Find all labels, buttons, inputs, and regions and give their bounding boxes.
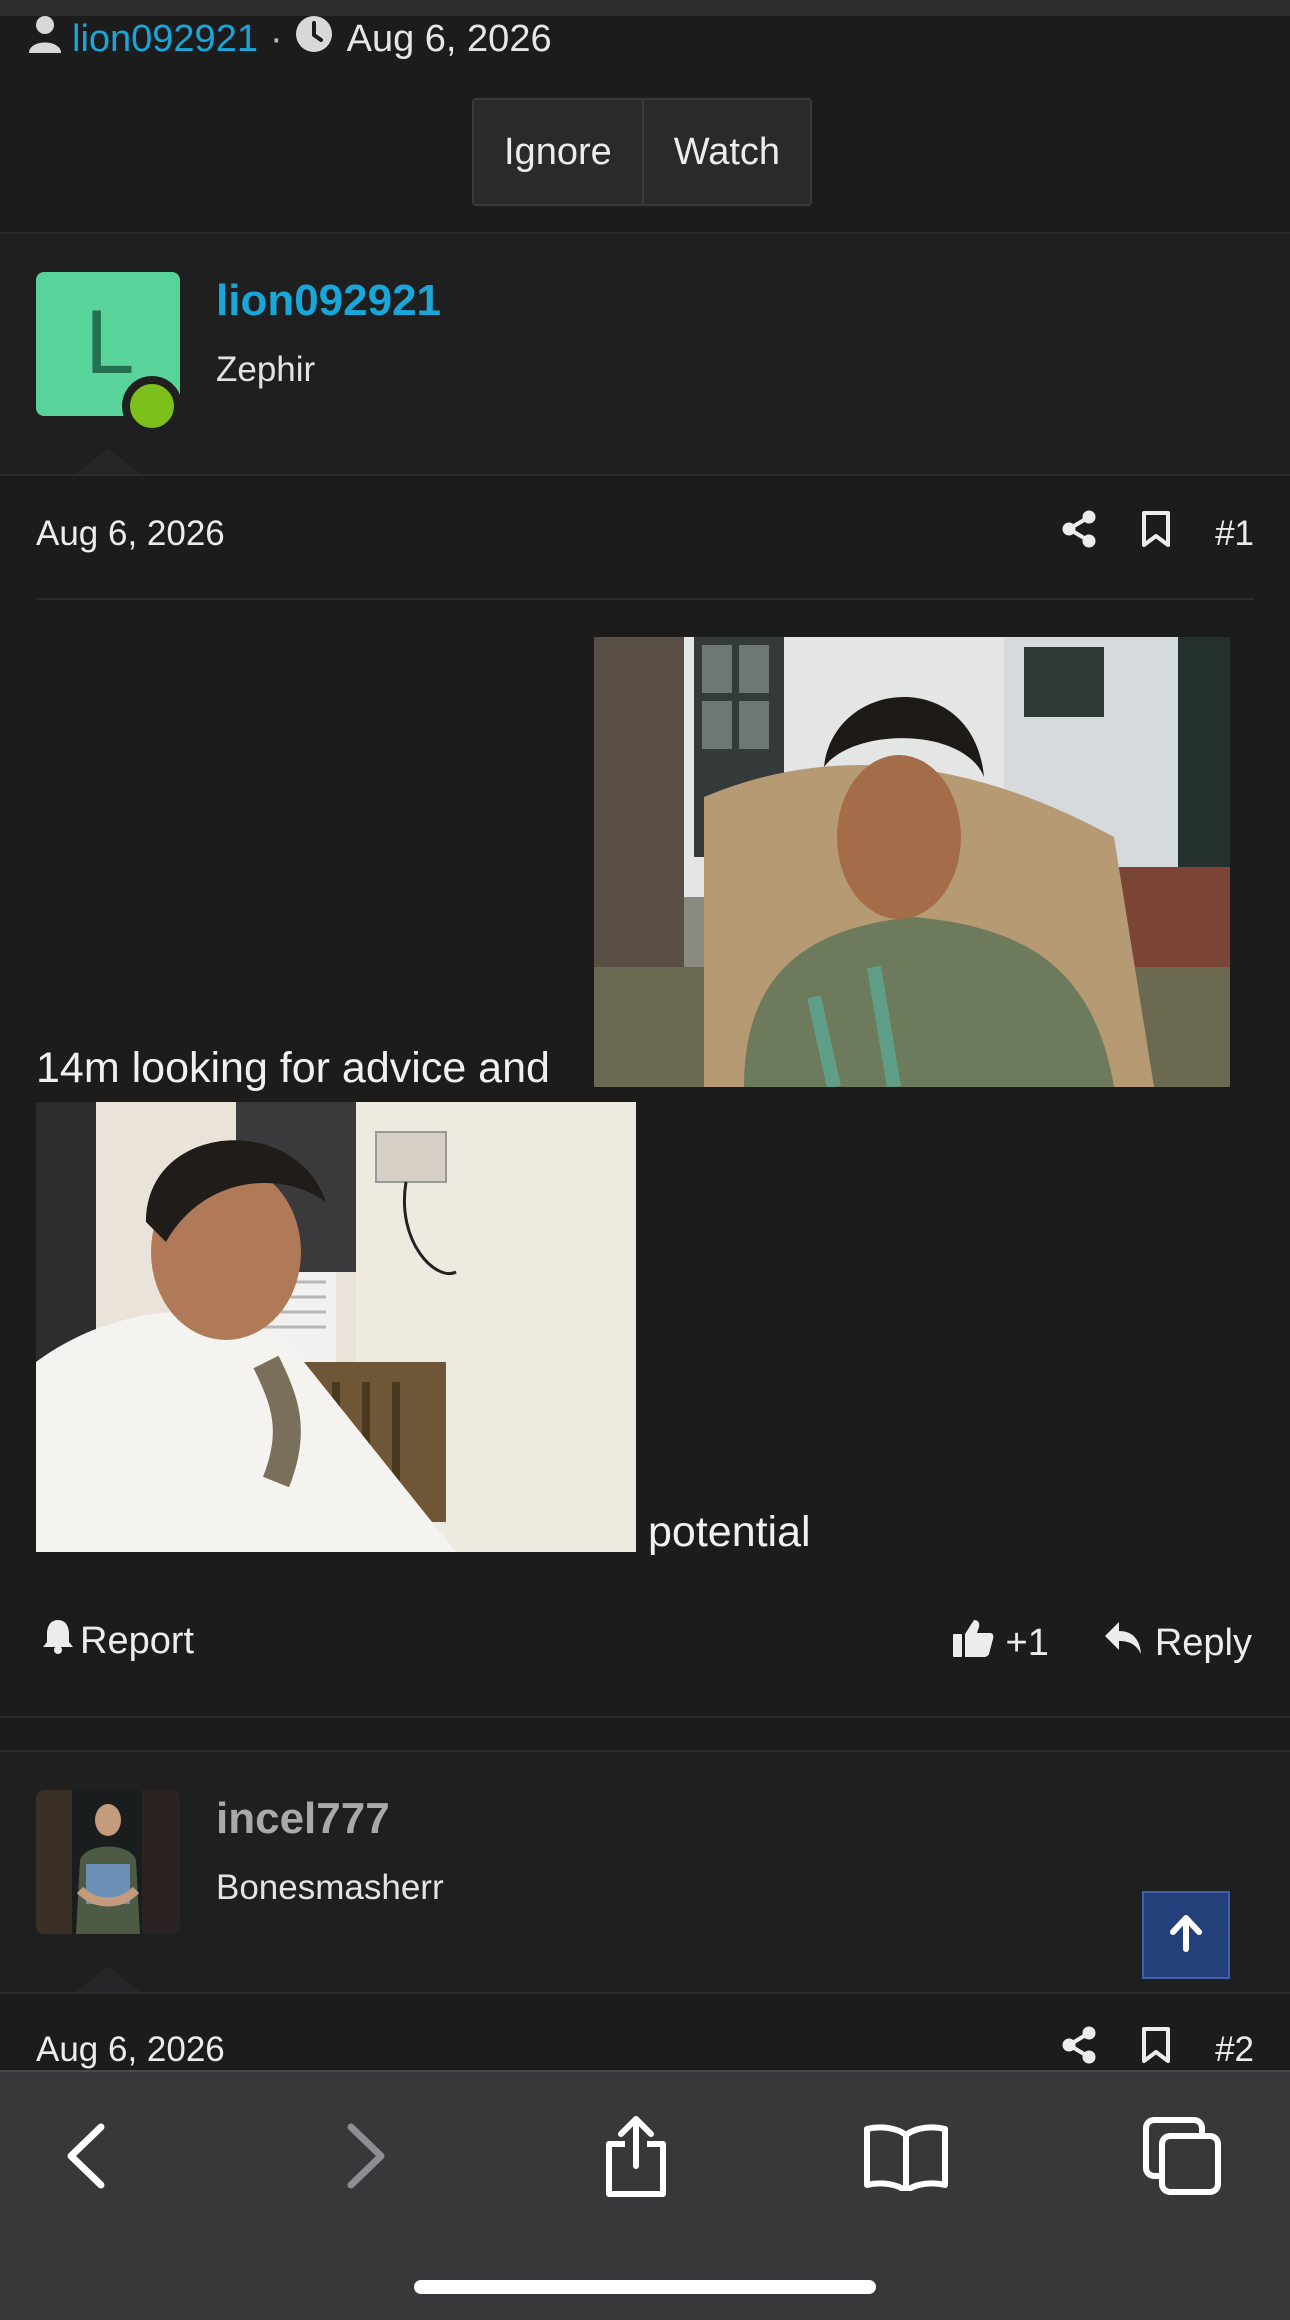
post-header-actions: #2 [1061,2026,1254,2073]
browser-share-button[interactable] [586,2108,686,2208]
chevron-left-icon [61,2121,111,2196]
meta-separator: · [269,17,283,60]
post-header-actions: #1 [1061,510,1254,557]
post-reactions: +1 Reply [952,1618,1252,1668]
avatar[interactable] [36,1790,180,1934]
thread-button-group: Ignore Watch [472,98,813,206]
browser-back-button[interactable] [36,2108,136,2208]
home-indicator [414,2280,876,2294]
post-number-link[interactable]: #2 [1215,2030,1254,2070]
user-block-notch [76,1966,140,1992]
chevron-right-icon [341,2121,391,2196]
user-icon [28,15,62,63]
divider [0,1992,1290,1994]
post-image[interactable] [594,637,1230,1087]
like-count: +1 [1005,1621,1049,1664]
clock-icon [295,15,333,63]
thumbs-up-icon [952,1618,994,1668]
book-icon [863,2121,949,2196]
share-icon[interactable] [1061,510,1097,557]
share-icon[interactable] [1061,2026,1097,2073]
thread-author-link[interactable]: lion092921 [72,18,258,61]
browser-tabs-button[interactable] [1132,2108,1232,2208]
report-link[interactable]: Report [42,1618,194,1664]
like-button[interactable]: +1 [952,1618,1049,1668]
online-status-indicator [122,376,182,436]
report-label: Report [80,1619,195,1662]
post-number-link[interactable]: #1 [1215,514,1254,554]
browser-forward-button[interactable] [316,2108,416,2208]
post-date[interactable]: Aug 6, 2026 [36,2030,225,2070]
post-body-text: 14m looking for advice and [36,1044,550,1092]
post-username[interactable]: incel777 [216,1794,390,1844]
scroll-to-top-button[interactable] [1142,1891,1230,1979]
reply-icon [1103,1620,1143,1666]
divider [0,1716,1290,1718]
reply-button[interactable]: Reply [1103,1620,1252,1666]
user-block-notch [76,448,140,474]
browser-bookmarks-button[interactable] [856,2108,956,2208]
divider [0,474,1290,476]
forum-thread-page: lion092921 · Aug 6, 2026 Ignore Watch L … [0,0,1290,2320]
thread-meta: lion092921 · Aug 6, 2026 [28,16,552,62]
divider [36,598,1254,600]
bookmark-icon[interactable] [1141,2026,1171,2073]
arrow-up-icon [1166,1913,1206,1958]
thread-date: Aug 6, 2026 [346,17,552,60]
watch-button[interactable]: Watch [641,100,811,204]
bell-icon [42,1618,74,1664]
user-title: Zephir [216,350,316,389]
top-strip [0,0,1290,16]
bookmark-icon[interactable] [1141,510,1171,557]
post-image[interactable] [36,1102,636,1552]
user-title: Bonesmasherr [216,1868,444,1907]
post-date[interactable]: Aug 6, 2026 [36,514,225,554]
ignore-button[interactable]: Ignore [474,100,642,204]
post-user-block: incel777 Bonesmasherr [0,1752,1290,1992]
reply-label: Reply [1154,1621,1252,1664]
tabs-icon [1142,2116,1222,2201]
post-username[interactable]: lion092921 [216,276,441,326]
post-user-block: L lion092921 Zephir [0,234,1290,474]
share-box-icon [601,2114,671,2203]
post-body-text: potential [648,1508,811,1556]
